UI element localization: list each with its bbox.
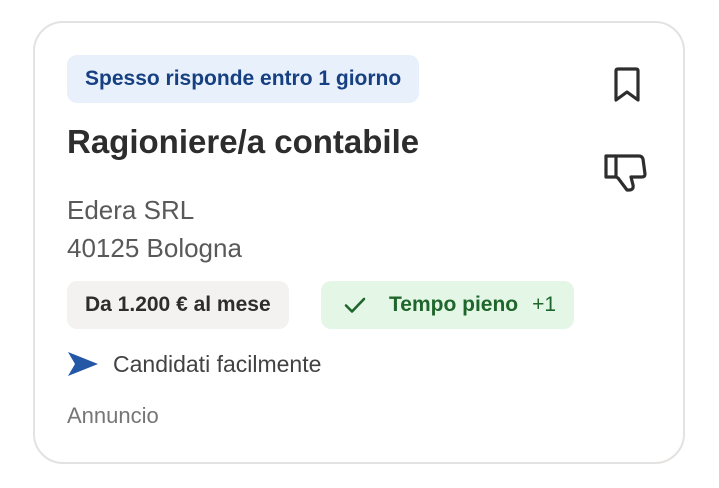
save-job-button[interactable] bbox=[605, 65, 649, 109]
response-time-label: Spesso risponde entro 1 giorno bbox=[85, 67, 402, 90]
job-type-chip: Tempo pieno +1 bbox=[321, 281, 575, 329]
company-name: Edera SRL bbox=[67, 195, 195, 225]
easy-apply-label: Candidati facilmente bbox=[113, 350, 322, 377]
job-type-more-count: +1 bbox=[532, 293, 557, 316]
send-arrow-icon bbox=[67, 351, 99, 377]
salary-label: Da 1.200 € al mese bbox=[85, 293, 271, 316]
response-time-badge: Spesso risponde entro 1 giorno bbox=[67, 55, 420, 103]
job-type-label: Tempo pieno bbox=[389, 293, 519, 316]
sponsored-label: Annuncio bbox=[67, 403, 159, 428]
check-icon bbox=[343, 293, 367, 317]
not-interested-button[interactable] bbox=[603, 153, 647, 197]
thumbs-down-icon bbox=[603, 153, 647, 198]
job-title[interactable]: Ragioniere/a contabile bbox=[67, 123, 419, 161]
job-location: 40125 Bologna bbox=[67, 233, 242, 263]
easy-apply-indicator: Candidati facilmente bbox=[67, 349, 321, 379]
salary-chip: Da 1.200 € al mese bbox=[67, 281, 289, 329]
job-card[interactable]: Spesso risponde entro 1 giorno Ragionier… bbox=[33, 21, 685, 464]
bookmark-icon bbox=[612, 66, 642, 108]
